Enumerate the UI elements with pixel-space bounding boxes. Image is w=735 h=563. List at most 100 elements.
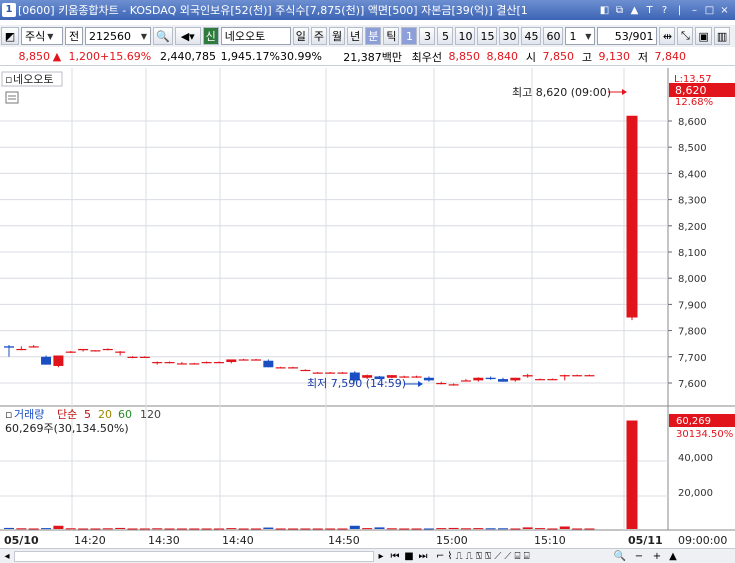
volume-bar: [139, 528, 150, 530]
period-week[interactable]: 주: [310, 27, 327, 45]
candle-body: [41, 356, 52, 365]
volume-bar: [473, 528, 484, 530]
interval-5[interactable]: 5: [437, 27, 454, 45]
time-label-1510: 15:10: [534, 534, 566, 547]
chart-area[interactable]: ▫ 네오오토 최고 8,620 (09:00) 최저 7,590 (14:59)…: [0, 68, 735, 548]
candle-body: [115, 351, 126, 353]
candle-body: [201, 362, 212, 364]
legend-stock-name[interactable]: 네오오토: [13, 73, 53, 86]
search-icon[interactable]: 🔍: [153, 27, 173, 45]
up-arrow-icon: ▲: [52, 50, 62, 63]
volume-ma-120: 120: [140, 408, 161, 421]
layout-icon[interactable]: ◧: [598, 4, 611, 17]
split-icon[interactable]: ▥: [713, 27, 731, 45]
maximize-icon[interactable]: □: [703, 4, 716, 17]
candle-body: [485, 377, 496, 380]
volume-bar: [436, 528, 447, 530]
code-input[interactable]: 212560 ▼: [85, 27, 151, 45]
volume-legend-marker-icon: ▫: [5, 408, 12, 421]
volume-bar: [337, 528, 348, 530]
market-alt-button[interactable]: 전: [65, 27, 83, 45]
volume-legend-name[interactable]: 거래량: [14, 408, 44, 421]
period-month[interactable]: 월: [328, 27, 346, 45]
separator-icon: |: [677, 4, 682, 16]
volume-axis-20000: 20,000: [678, 488, 713, 499]
app-icon[interactable]: 1: [2, 3, 16, 17]
close-icon[interactable]: ×: [718, 4, 731, 17]
first-icon[interactable]: ⏮: [388, 551, 402, 562]
chart-menu-icon[interactable]: ◩: [1, 27, 19, 45]
period-year[interactable]: 년: [347, 27, 364, 45]
volume-bar: [176, 528, 187, 530]
candle-body: [547, 379, 558, 381]
grid-menu-icon[interactable]: [5, 91, 19, 104]
volume-bar: [362, 528, 373, 530]
bottom-scroll-bar: ◂ ▸ ⏮ ■ ⏭ ⌐ ⌇ ⎍ ⎍ ⍂ ⍂ ⟋ ⟋ ⌸ ⌸ 🔍 − + ▲: [0, 548, 735, 563]
price-axis-label: 8,600: [678, 117, 707, 128]
price-axis-label: 8,000: [678, 274, 707, 285]
volume-current-value: 60,269주(30,134.50%): [5, 422, 129, 435]
high-label: 고: [581, 50, 592, 64]
candle-body: [460, 380, 471, 382]
period-minute[interactable]: 분: [365, 27, 382, 45]
interval-10[interactable]: 10: [455, 27, 476, 45]
candle-body: [176, 363, 187, 365]
volume-bar: [374, 527, 385, 529]
interval-15[interactable]: 15: [477, 27, 498, 45]
stock-name-field: 네오오토: [220, 27, 291, 45]
speaker-icon[interactable]: ◀︎▾: [174, 27, 201, 45]
time-label-0510: 05/10: [4, 534, 39, 547]
candle-body: [275, 367, 286, 369]
interval-30[interactable]: 30: [499, 27, 520, 45]
price-volume-chart[interactable]: ▫ 네오오토 최고 8,620 (09:00) 최저 7,590 (14:59)…: [0, 68, 735, 548]
volume-bar: [312, 528, 323, 530]
count-value: 53: [614, 29, 629, 43]
volume-bar: [423, 528, 434, 530]
volume-bar: [238, 528, 249, 530]
minimize-icon[interactable]: –: [688, 4, 701, 17]
trade-amount: 21,387백만: [343, 50, 402, 64]
price-axis-label: 8,300: [678, 196, 707, 207]
zoom-minus-icon[interactable]: −: [630, 551, 648, 562]
candle-body: [498, 379, 508, 382]
period-day[interactable]: 일: [292, 27, 309, 45]
low-annotation: 최저 7,590 (14:59): [307, 377, 406, 390]
high-annotation: 최고 8,620 (09:00): [512, 86, 611, 99]
count-field[interactable]: 53/901: [597, 27, 658, 45]
zoom-out-search-icon[interactable]: 🔍: [610, 551, 630, 562]
candle-body: [65, 351, 76, 353]
scroll-track[interactable]: [14, 550, 374, 562]
font-icon[interactable]: T: [643, 4, 656, 17]
price-axis-label: 7,800: [678, 327, 707, 338]
scroll-left-icon[interactable]: ◂: [0, 551, 14, 562]
chevron-down-icon: ▼: [47, 31, 54, 41]
zoom-plus-icon[interactable]: +: [648, 551, 666, 562]
zoom-icon[interactable]: ⇹: [659, 27, 676, 45]
interval-1[interactable]: 1: [401, 27, 418, 45]
scroll-right-icon[interactable]: ▸: [374, 551, 388, 562]
interval-45[interactable]: 45: [521, 27, 542, 45]
market-select[interactable]: 주식 ▼: [21, 27, 63, 45]
period-tick[interactable]: 틱: [383, 27, 400, 45]
candle-body: [263, 360, 274, 368]
high-price: 9,130: [598, 50, 631, 63]
stop-icon[interactable]: ■: [402, 551, 416, 562]
save-icon[interactable]: ▣: [695, 27, 712, 45]
candle-body: [337, 372, 348, 374]
interval-select[interactable]: 1 ▼: [565, 27, 596, 45]
low-price: 7,840: [654, 50, 687, 63]
last-icon[interactable]: ⏭: [416, 551, 430, 562]
candle-body: [448, 384, 459, 386]
interval-3[interactable]: 3: [419, 27, 436, 45]
volume-ma-20: 20: [98, 408, 112, 421]
current-price: 8,850: [18, 50, 51, 63]
volume-bar: [65, 528, 76, 530]
crosshair-icon[interactable]: ⤡: [677, 27, 694, 45]
restore-icon[interactable]: ⧉: [613, 4, 626, 17]
draw-tools[interactable]: ⌐ ⌇ ⎍ ⎍ ⍂ ⍂ ⟋ ⟋ ⌸ ⌸: [430, 551, 610, 562]
up-triangle-icon[interactable]: ▲: [666, 551, 680, 562]
up-icon[interactable]: ▲: [628, 4, 641, 17]
legend-marker-icon: ▫: [5, 73, 12, 86]
interval-60[interactable]: 60: [543, 27, 564, 45]
help-icon[interactable]: ?: [658, 4, 671, 17]
